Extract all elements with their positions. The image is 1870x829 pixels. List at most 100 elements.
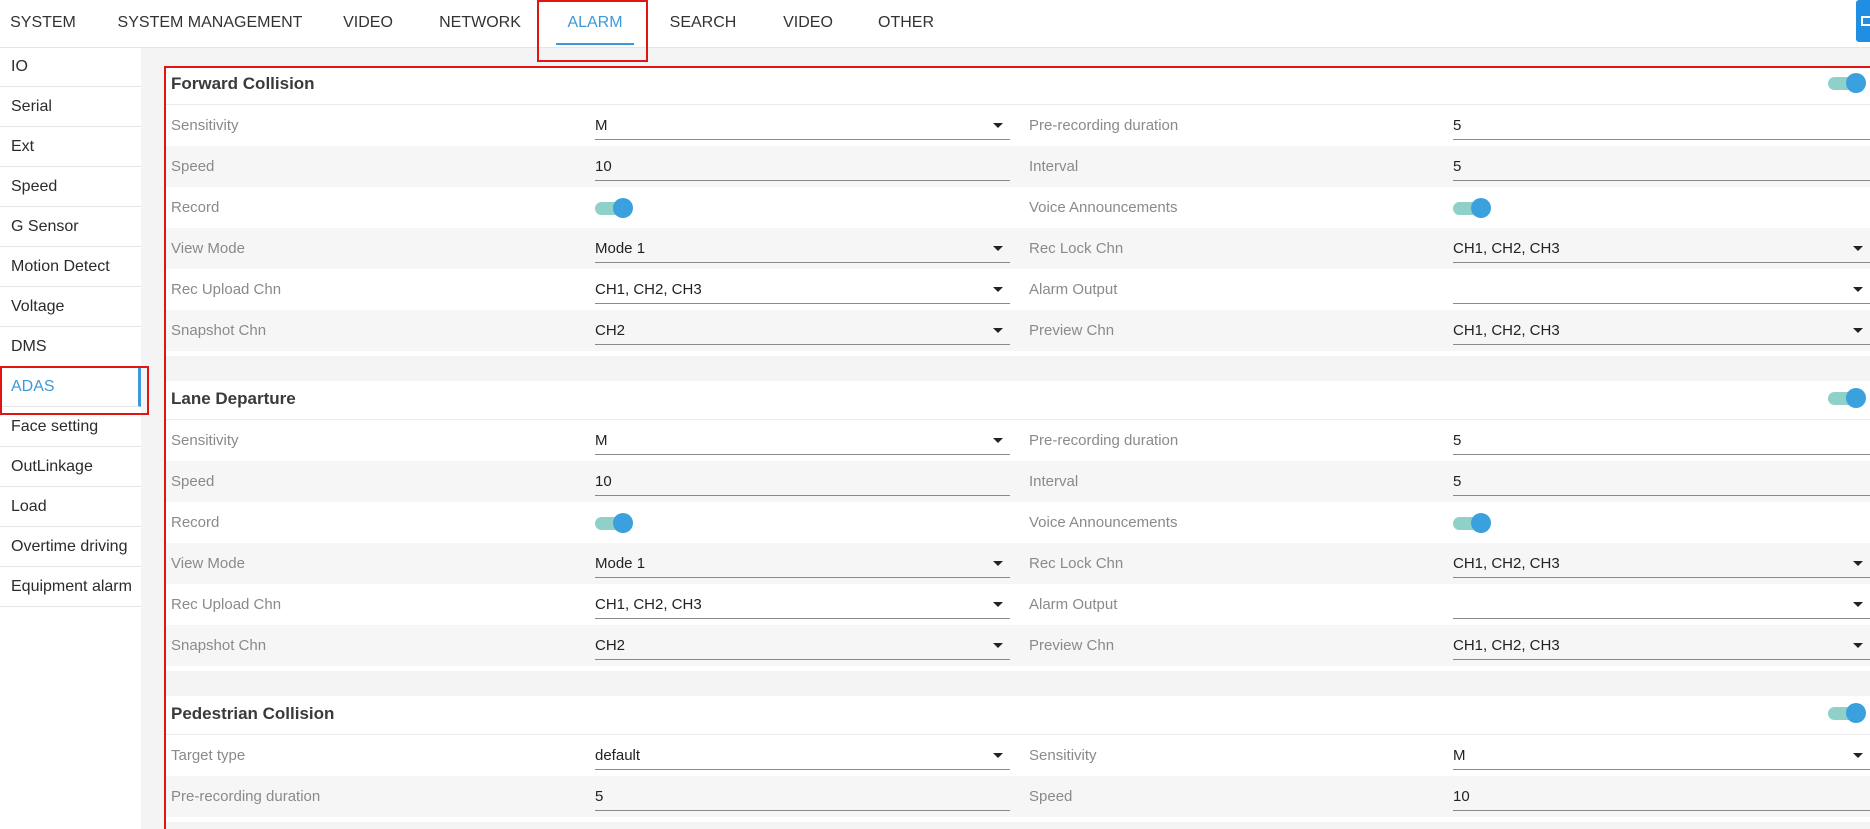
chevron-down-icon <box>993 602 1003 607</box>
field-value: 5 <box>1453 473 1462 490</box>
sidebar-item-equipment-alarm[interactable]: Equipment alarm <box>0 568 141 607</box>
sidebar-item-io[interactable]: IO <box>0 48 141 87</box>
record-label: Record <box>171 199 220 216</box>
setting-row: Sensitivity M Pre-recording duration 5 <box>166 420 1870 461</box>
field-value: CH2 <box>595 637 626 654</box>
pre-recording-duration-input[interactable]: 5 <box>1453 110 1870 140</box>
sidebar-item-speed[interactable]: Speed <box>0 168 141 207</box>
speed-input[interactable]: 10 <box>595 466 1010 496</box>
pre-recording-duration-input[interactable]: 5 <box>1453 425 1870 455</box>
section-enable-toggle[interactable] <box>1828 702 1866 724</box>
tab-other[interactable]: OTHER <box>868 0 944 47</box>
sidebar-item-g-sensor[interactable]: G Sensor <box>0 208 141 247</box>
rec-upload-chn-select[interactable]: CH1, CH2, CH3 <box>595 274 1010 304</box>
pre-recording-duration-input[interactable]: 5 <box>595 781 1010 811</box>
sidebar-item-dms[interactable]: DMS <box>0 328 141 367</box>
field-value: CH2 <box>595 322 626 339</box>
tab-system-management[interactable]: SYSTEM MANAGEMENT <box>110 0 310 47</box>
sidebar-item-ext[interactable]: Ext <box>0 128 141 167</box>
target-type-select[interactable]: default <box>595 740 1010 770</box>
rec-lock-chn-label: Rec Lock Chn <box>1029 555 1124 572</box>
chevron-down-icon <box>1853 643 1863 648</box>
alarm-output-label: Alarm Output <box>1029 281 1118 298</box>
voice-announcements-toggle[interactable] <box>1453 512 1491 534</box>
sidebar-item-voltage[interactable]: Voltage <box>0 288 141 327</box>
rec-upload-chn-select[interactable]: CH1, CH2, CH3 <box>595 589 1010 619</box>
field-value: 5 <box>595 788 604 805</box>
tab-network[interactable]: NETWORK <box>430 0 530 47</box>
tab-video-2[interactable]: VIDEO <box>772 0 844 47</box>
snapshot-chn-label: Snapshot Chn <box>171 637 267 654</box>
target-type-label: Target type <box>171 747 246 764</box>
snapshot-chn-select[interactable]: CH2 <box>595 630 1010 660</box>
sidebar-item-load[interactable]: Load <box>0 488 141 527</box>
sidebar-item-overtime-driving[interactable]: Overtime driving <box>0 528 141 567</box>
tab-video[interactable]: VIDEO <box>332 0 404 47</box>
field-value: 10 <box>1453 788 1470 805</box>
tab-label: VIDEO <box>783 14 833 31</box>
logout-icon[interactable] <box>1856 0 1870 42</box>
tab-label: NETWORK <box>439 14 521 31</box>
field-value: Mode 1 <box>595 555 646 572</box>
speed-input[interactable]: 10 <box>1453 781 1870 811</box>
alarm-output-select[interactable] <box>1453 274 1870 304</box>
sidebar-item-outlinkage[interactable]: OutLinkage <box>0 448 141 487</box>
switch-knob <box>1846 73 1866 93</box>
section-enable-toggle[interactable] <box>1828 387 1866 409</box>
tab-label: VIDEO <box>343 14 393 31</box>
section-title: Forward Collision <box>171 74 315 93</box>
sidebar-item-serial[interactable]: Serial <box>0 88 141 127</box>
sensitivity-select[interactable]: M <box>595 425 1010 455</box>
section-title: Pedestrian Collision <box>171 704 335 723</box>
interval-label: Interval <box>1029 158 1079 175</box>
tab-label: ALARM <box>567 14 623 31</box>
setting-row: Snapshot Chn CH2 Preview Chn CH1, CH2, CH3 <box>166 625 1870 666</box>
field-value: M <box>595 432 608 449</box>
section-title: Lane Departure <box>171 389 296 408</box>
tab-alarm[interactable]: ALARM <box>546 0 644 47</box>
preview-chn-select[interactable]: CH1, CH2, CH3 <box>1453 630 1870 660</box>
view-mode-select[interactable]: Mode 1 <box>595 548 1010 578</box>
sidebar-item-face-setting[interactable]: Face setting <box>0 408 141 447</box>
chevron-down-icon <box>993 123 1003 128</box>
setting-row: Pre-recording duration 5 Speed 10 <box>166 776 1870 817</box>
interval-label: Interval <box>1029 473 1079 490</box>
sensitivity-select[interactable]: M <box>595 110 1010 140</box>
snapshot-chn-select[interactable]: CH2 <box>595 315 1010 345</box>
setting-row: Speed 10 Interval 5 <box>166 461 1870 502</box>
field-value: M <box>1453 747 1466 764</box>
voice-announcements-toggle[interactable] <box>1453 197 1491 219</box>
switch-knob <box>1846 703 1866 723</box>
field-value: 10 <box>595 158 612 175</box>
interval-input[interactable]: 5 <box>1453 151 1870 181</box>
field-value: Mode 1 <box>595 240 646 257</box>
interval-input[interactable]: 5 <box>1453 466 1870 496</box>
rec-lock-chn-select[interactable]: CH1, CH2, CH3 <box>1453 233 1870 263</box>
view-mode-select[interactable]: Mode 1 <box>595 233 1010 263</box>
speed-label: Speed <box>171 473 215 490</box>
sidebar-item-motion-detect[interactable]: Motion Detect <box>0 248 141 287</box>
record-toggle[interactable] <box>595 197 633 219</box>
top-navigation: SYSTEM SYSTEM MANAGEMENT VIDEO NETWORK ALARM… <box>0 0 1870 48</box>
section-forward-collision: Forward Collision Sensitivity M Pre-recordi… <box>166 66 1870 356</box>
sidebar-item-adas[interactable]: ADAS <box>0 368 141 407</box>
field-value: 5 <box>1453 432 1462 449</box>
tab-system[interactable]: SYSTEM <box>2 0 84 47</box>
setting-row: View Mode Mode 1 Rec Lock Chn CH1, CH2, CH3 <box>166 228 1870 269</box>
section-enable-toggle[interactable] <box>1828 72 1866 94</box>
sensitivity-select[interactable]: M <box>1453 740 1870 770</box>
chevron-down-icon <box>1853 246 1863 251</box>
setting-row: Snapshot Chn CH2 Preview Chn CH1, CH2, CH3 <box>166 310 1870 351</box>
section-header: Pedestrian Collision <box>166 696 1870 735</box>
alarm-output-label: Alarm Output <box>1029 596 1118 613</box>
pre-recording-duration-label: Pre-recording duration <box>1029 432 1179 449</box>
preview-chn-select[interactable]: CH1, CH2, CH3 <box>1453 315 1870 345</box>
rec-lock-chn-select[interactable]: CH1, CH2, CH3 <box>1453 548 1870 578</box>
field-value: CH1, CH2, CH3 <box>595 281 702 298</box>
setting-row: Rec Upload Chn CH1, CH2, CH3 Alarm Output <box>166 584 1870 625</box>
alarm-output-select[interactable] <box>1453 589 1870 619</box>
tab-search[interactable]: SEARCH <box>660 0 746 47</box>
record-toggle[interactable] <box>595 512 633 534</box>
speed-input[interactable]: 10 <box>595 151 1010 181</box>
setting-row: Speed 10 Interval 5 <box>166 146 1870 187</box>
